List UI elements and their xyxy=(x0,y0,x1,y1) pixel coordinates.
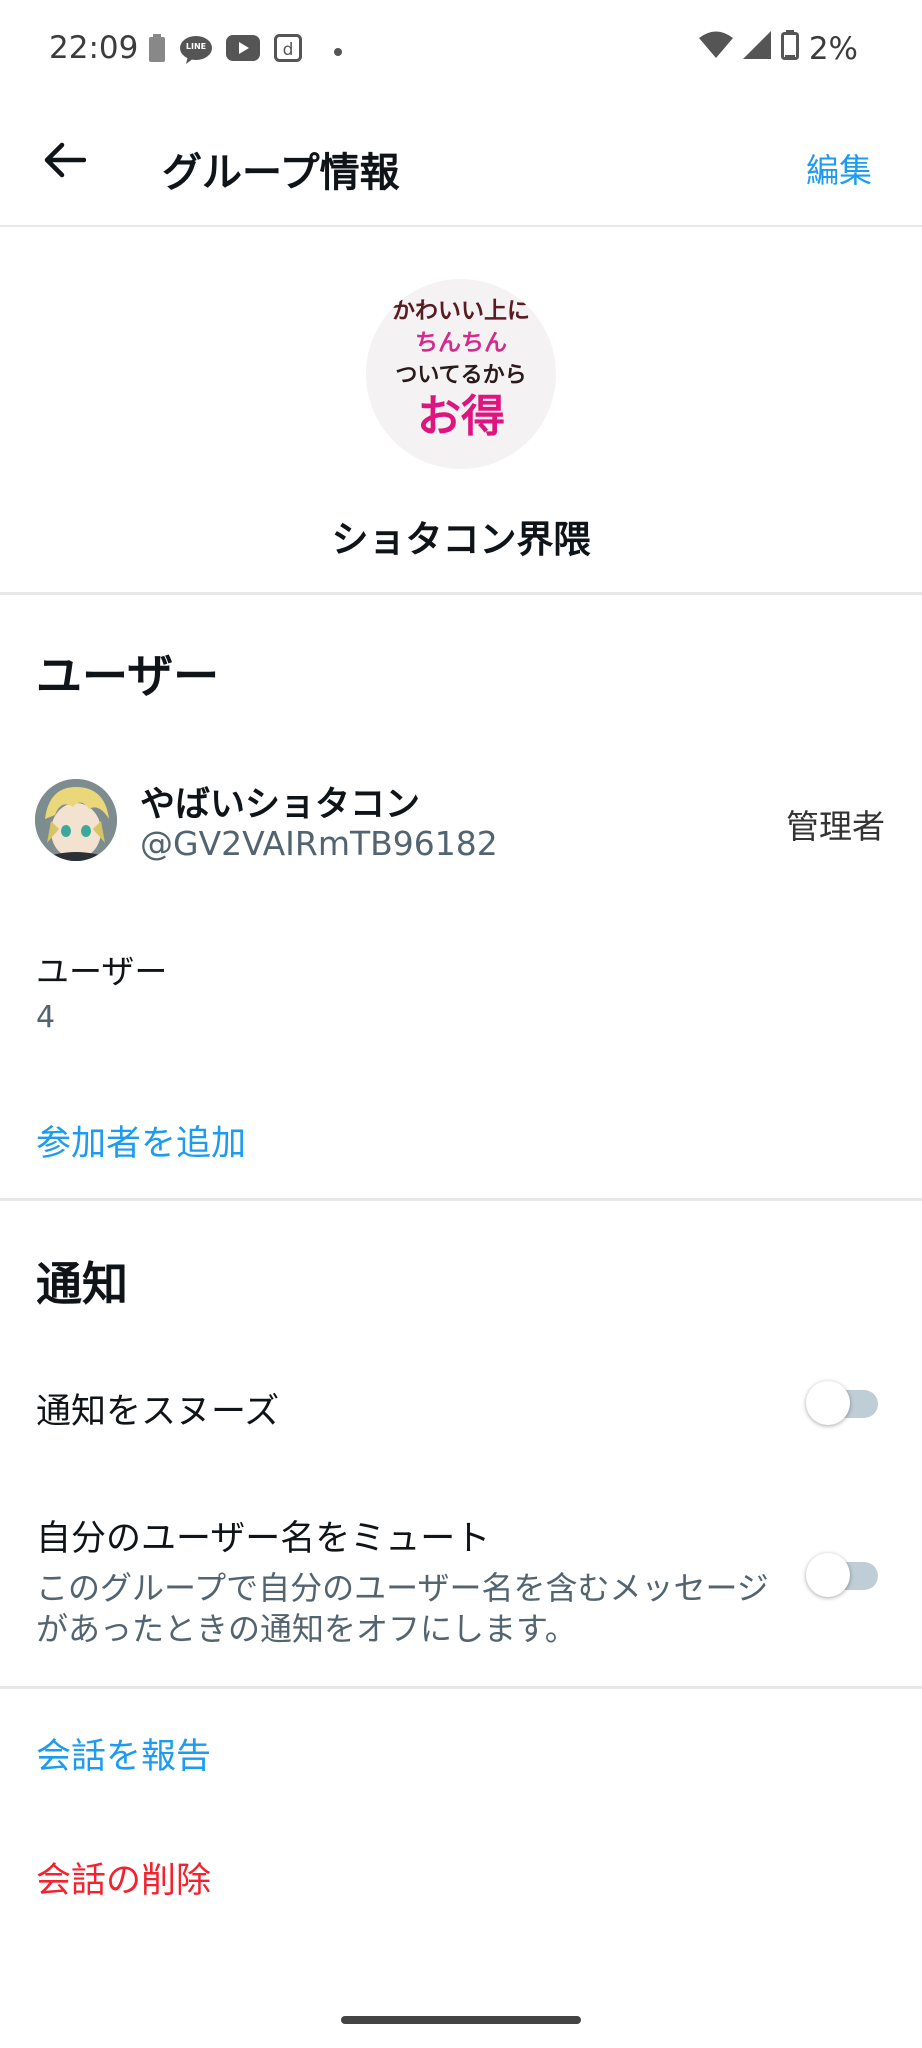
notifications-section-title: 通知 xyxy=(36,1257,128,1311)
dot-icon xyxy=(334,41,342,60)
users-count-value: 4 xyxy=(36,1000,56,1035)
battery-percent: 2% xyxy=(808,31,858,67)
home-indicator[interactable] xyxy=(341,2016,581,2024)
snooze-notifications-label: 通知をスヌーズ xyxy=(36,1392,280,1432)
status-time: 22:09 xyxy=(49,30,139,66)
avatar[interactable] xyxy=(35,779,117,861)
add-participant-button[interactable]: 参加者を追加 xyxy=(36,1115,246,1166)
group-name: ショタコン界隈 xyxy=(331,518,591,561)
mute-username-label: 自分のユーザー名をミュート xyxy=(36,1519,491,1559)
arrow-left-icon xyxy=(42,142,87,182)
page-title: グループ情報 xyxy=(162,150,400,196)
group-avatar-line2: ちんちん xyxy=(415,329,507,356)
users-count-label: ユーザー xyxy=(36,952,168,991)
d-app-icon: d xyxy=(274,34,302,66)
youtube-icon xyxy=(226,35,260,65)
battery-saver-icon xyxy=(148,34,166,66)
group-avatar-line3: ついてるから xyxy=(395,362,527,388)
status-bar: 22:09 LINE d 2% xyxy=(0,0,922,100)
group-avatar-line4: お得 xyxy=(417,391,505,442)
users-section-title: ユーザー xyxy=(36,649,220,703)
mute-username-description: このグループで自分のユーザー名を含むメッセージがあったときの通知をオフにします。 xyxy=(36,1569,769,1648)
mute-username-toggle[interactable] xyxy=(806,1553,882,1597)
edit-button[interactable]: 編集 xyxy=(806,144,872,192)
snooze-notifications-toggle[interactable] xyxy=(806,1381,882,1425)
svg-text:d: d xyxy=(283,40,294,60)
line-app-icon: LINE xyxy=(180,36,212,64)
group-avatar-line1: かわいい上に xyxy=(392,297,530,324)
toggle-knob xyxy=(806,1553,850,1597)
section-divider xyxy=(0,1686,922,1689)
battery-icon xyxy=(780,30,799,68)
toggle-knob xyxy=(806,1381,850,1425)
notification-icons: LINE d xyxy=(148,34,342,66)
line-app-label: LINE xyxy=(185,42,207,51)
member-handle: @GV2VAIRmTB96182 xyxy=(140,824,498,863)
report-conversation-button[interactable]: 会話を報告 xyxy=(36,1728,211,1779)
delete-conversation-button[interactable]: 会話の削除 xyxy=(36,1852,211,1903)
back-button[interactable] xyxy=(36,134,92,190)
member-name: やばいショタコン xyxy=(140,785,421,825)
group-profile: かわいい上に ちんちん ついてるから お得 ショタコン界隈 xyxy=(0,227,922,595)
cell-signal-icon xyxy=(742,31,771,67)
group-avatar[interactable]: かわいい上に ちんちん ついてるから お得 xyxy=(366,279,556,469)
member-role-badge: 管理者 xyxy=(786,807,885,846)
wifi-icon xyxy=(698,31,733,67)
member-row[interactable]: やばいショタコン @GV2VAIRmTB96182 管理者 xyxy=(0,770,922,870)
app-header: グループ情報 編集 xyxy=(0,100,922,227)
system-status-icons: 2% xyxy=(698,30,858,68)
section-divider xyxy=(0,1198,922,1201)
